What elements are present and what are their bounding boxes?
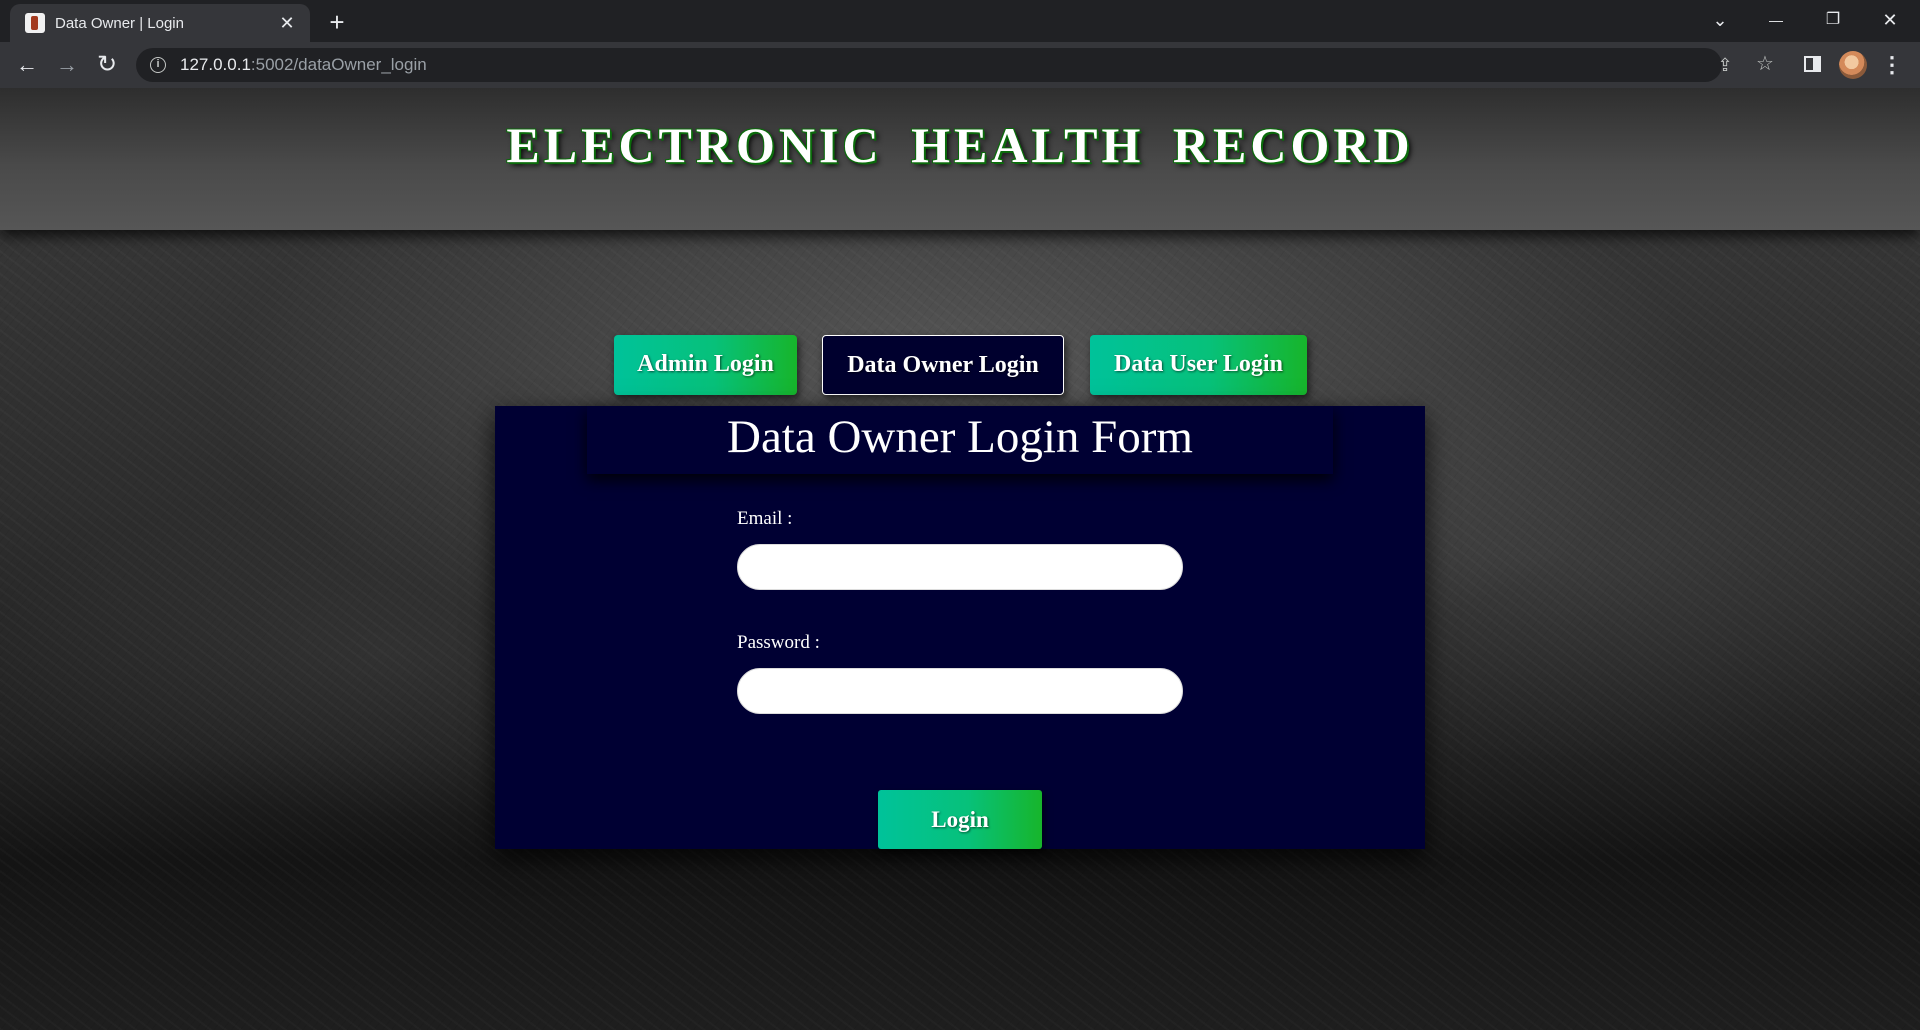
profile-avatar[interactable]	[1839, 51, 1867, 79]
side-panel-icon[interactable]	[1804, 56, 1821, 72]
site-info-icon[interactable]: i	[150, 57, 166, 73]
share-icon[interactable]: ⇪	[1714, 56, 1736, 74]
admin-login-tab[interactable]: Admin Login	[614, 335, 797, 395]
url-text[interactable]: 127.0.0.1:5002/dataOwner_login	[180, 55, 427, 75]
book-favicon-icon	[25, 13, 45, 33]
minimize-button[interactable]: —	[1756, 6, 1796, 34]
browser-tab[interactable]: Data Owner | Login ✕	[10, 4, 310, 42]
reload-icon[interactable]: ↻	[91, 49, 123, 81]
data-user-login-tab[interactable]: Data User Login	[1090, 335, 1307, 395]
url-path: :5002/dataOwner_login	[250, 55, 427, 74]
page-viewport: ELECTRONIC HEALTH RECORD Admin Login Dat…	[0, 88, 1920, 1030]
email-field[interactable]	[737, 544, 1183, 590]
url-host: 127.0.0.1	[180, 55, 251, 74]
password-field[interactable]	[737, 668, 1183, 714]
tab-title: Data Owner | Login	[55, 14, 184, 32]
email-label: Email :	[737, 508, 793, 529]
browser-tab-strip: Data Owner | Login ✕ + ⌄ — ❐ ✕	[0, 0, 1920, 42]
address-bar[interactable]: i 127.0.0.1:5002/dataOwner_login ⇪ ☆	[136, 48, 1774, 82]
site-title: ELECTRONIC HEALTH RECORD	[506, 117, 1414, 173]
back-arrow-icon[interactable]: ←	[11, 49, 43, 81]
data-owner-login-tab[interactable]: Data Owner Login	[822, 335, 1064, 395]
restore-button[interactable]: ❐	[1813, 6, 1853, 34]
tab-close-icon[interactable]: ✕	[276, 12, 298, 34]
forward-arrow-icon[interactable]: →	[51, 49, 83, 81]
form-heading: Data Owner Login Form	[727, 411, 1193, 463]
window-close-button[interactable]: ✕	[1870, 6, 1910, 34]
browser-menu-icon[interactable]: ⋮	[1880, 50, 1904, 80]
tab-search-chevron-icon[interactable]: ⌄	[1700, 6, 1740, 34]
bookmark-star-icon[interactable]: ☆	[1754, 54, 1776, 74]
login-form-card: Data Owner Login Form Email : Password :…	[495, 406, 1425, 849]
site-header: ELECTRONIC HEALTH RECORD	[0, 88, 1920, 230]
login-button[interactable]: Login	[878, 790, 1042, 849]
password-label: Password :	[737, 632, 820, 653]
new-tab-button[interactable]: +	[322, 8, 352, 38]
browser-toolbar: ← → ↻ i 127.0.0.1:5002/dataOwner_login ⇪…	[0, 42, 1920, 88]
